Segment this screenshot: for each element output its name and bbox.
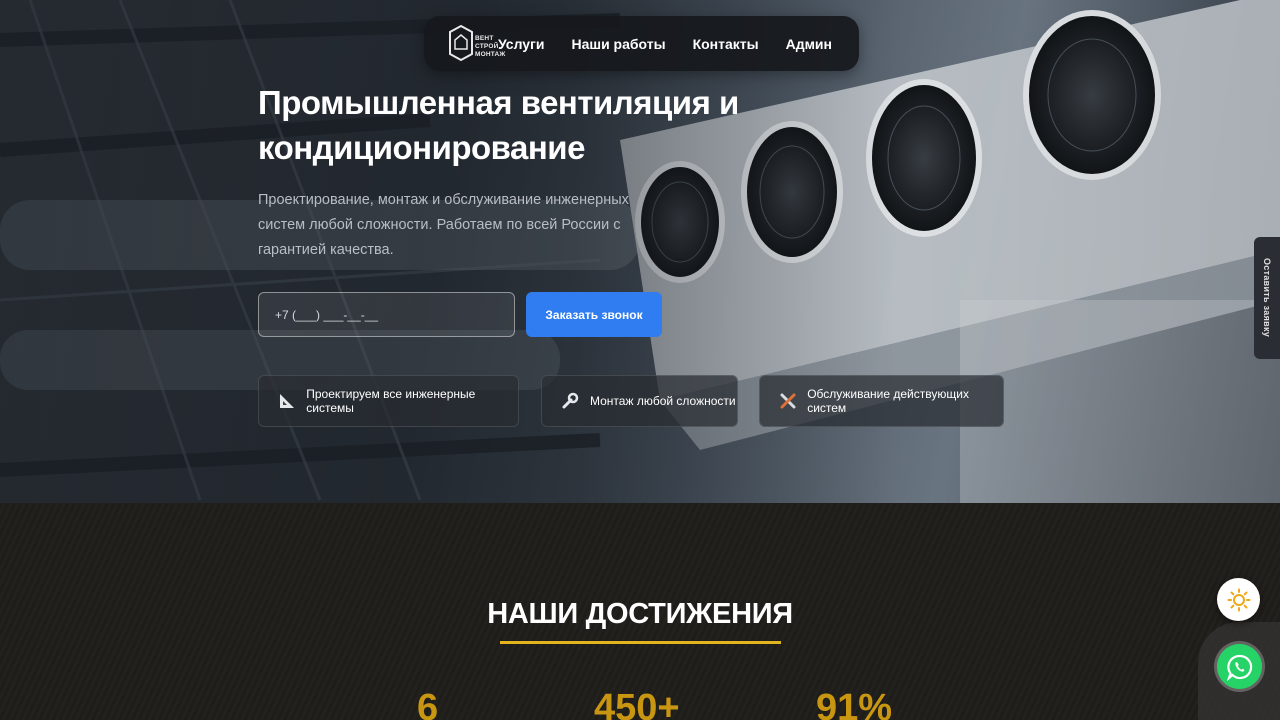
side-tab-label: Оставить заявку — [1262, 258, 1272, 338]
logo-text: ВЕНТ СТРОЙ МОНТАЖ — [475, 35, 506, 59]
nav-link-contacts[interactable]: Контакты — [693, 36, 759, 52]
request-call-button[interactable]: Заказать звонок — [526, 292, 662, 337]
stat-value: 450+ — [594, 687, 680, 720]
nav-link-admin[interactable]: Админ — [786, 36, 832, 52]
feature-installation: Монтаж любой сложности — [541, 375, 738, 427]
logo-line-2: МОНТАЖ — [475, 50, 506, 58]
feature-label: Монтаж любой сложности — [590, 394, 736, 408]
achievements-underline — [500, 641, 781, 644]
feature-label: Обслуживание действующих систем — [807, 387, 969, 415]
hero-title: Промышленная вентиляция и кондиционирова… — [258, 84, 739, 166]
wrench-icon — [560, 391, 580, 411]
feature-design: Проектируем все инженерные системы — [258, 375, 519, 427]
hero-subtitle: Проектирование, монтаж и обслуживание ин… — [258, 192, 629, 258]
site-logo[interactable]: ВЕНТ СТРОЙ МОНТАЖ — [448, 24, 505, 64]
stat-value: 6 — [417, 687, 439, 720]
stat-value: 91% — [816, 687, 893, 720]
tools-icon — [778, 391, 797, 411]
theme-toggle-button[interactable] — [1217, 578, 1260, 621]
ruler-triangle-icon — [277, 391, 296, 411]
whatsapp-icon — [1226, 654, 1252, 681]
achievements-title: НАШИ ДОСТИЖЕНИЯ — [487, 598, 793, 630]
whatsapp-button[interactable] — [1217, 644, 1262, 689]
feature-maintenance: Обслуживание действующих систем — [759, 375, 1004, 427]
logo-line-1: ВЕНТ СТРОЙ — [475, 34, 499, 50]
nav-link-works[interactable]: Наши работы — [572, 36, 666, 52]
sun-icon — [1227, 588, 1250, 611]
main-nav: ВЕНТ СТРОЙ МОНТАЖ Услуги Наши работы Кон… — [424, 16, 859, 71]
feature-label: Проектируем все инженерные системы — [306, 387, 476, 415]
phone-input[interactable] — [258, 292, 515, 337]
leave-request-tab[interactable]: Оставить заявку — [1254, 237, 1280, 359]
